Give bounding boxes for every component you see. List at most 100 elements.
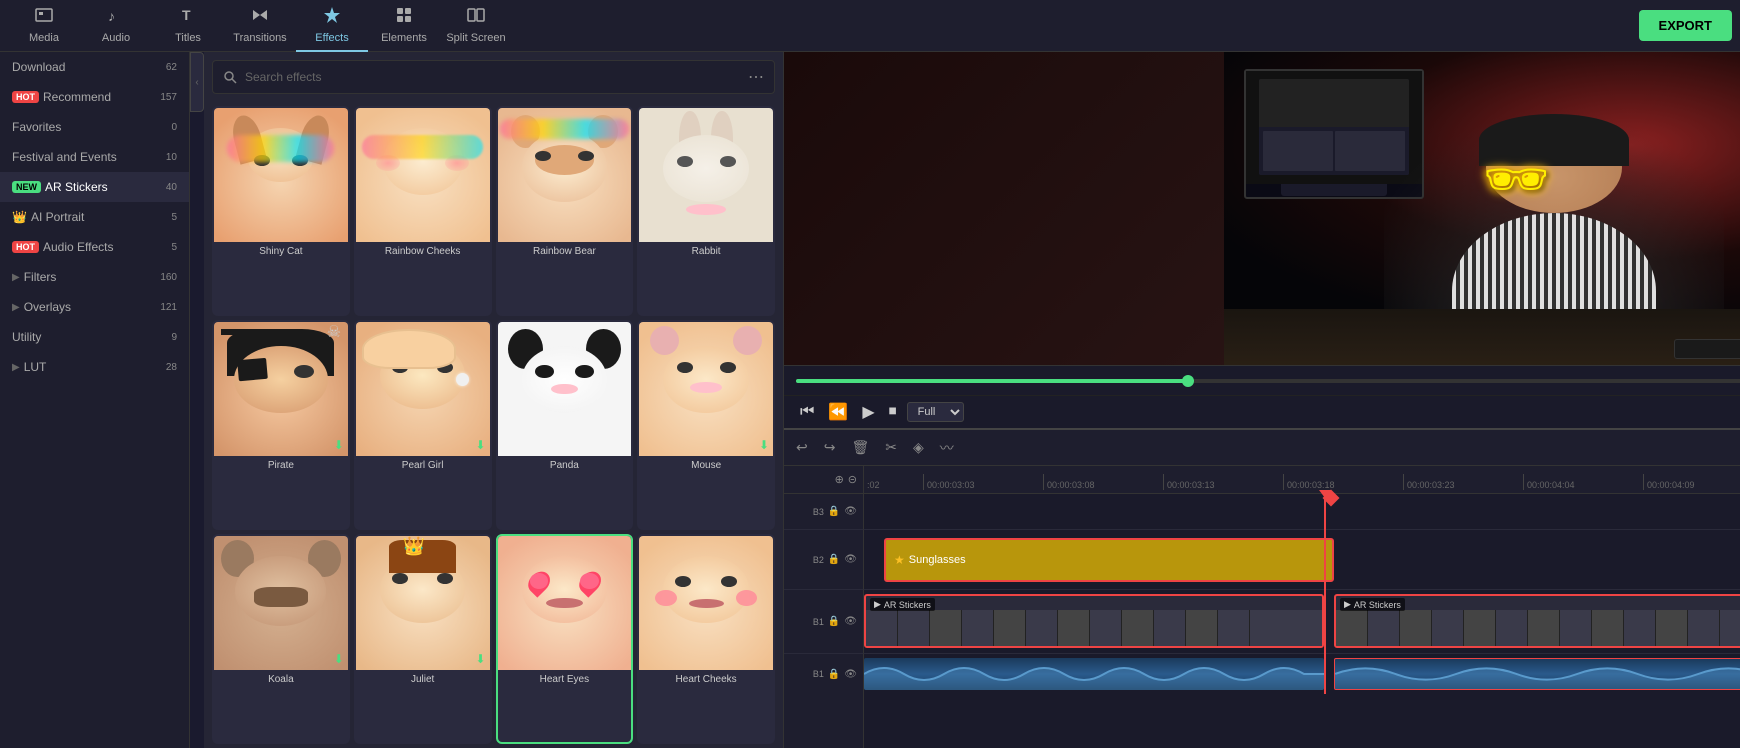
toolbar-split-screen-label: Split Screen [446,32,505,44]
add-track-icon[interactable]: ⊕ [835,473,844,486]
arrow-icon-overlays: ▶ [12,302,20,313]
ar-clip-right[interactable]: ▶ AR Stickers [1334,594,1740,648]
sidebar-item-audio-effects[interactable]: HOT Audio Effects 5 [0,232,189,262]
toolbar-titles[interactable]: T Titles [152,0,224,52]
cut-button[interactable]: ✂ [881,437,901,458]
progress-fill [796,379,1188,383]
play-button[interactable]: ▶ [858,400,878,424]
video-icon-small: ▶ [874,599,881,610]
effect-rainbow-cheeks-label: Rainbow Cheeks [356,242,490,261]
toolbar-media[interactable]: Media [8,0,80,52]
sidebar-item-lut[interactable]: ▶ LUT 28 [0,352,189,382]
video-icon-small2: ▶ [1344,599,1351,610]
sidebar-audio-effects-label: Audio Effects [43,240,114,254]
track-eye3-icon[interactable]: 👁 [844,616,857,627]
effect-item-heart-cheeks[interactable]: Heart Cheeks [637,534,775,744]
sidebar-recommend-label: Recommend [43,90,111,104]
effect-juliet-label: Juliet [356,670,490,689]
progress-bar[interactable] [796,379,1740,383]
toolbar-effects[interactable]: Effects [296,0,368,52]
progress-thumb[interactable] [1182,375,1194,387]
effect-item-panda[interactable]: Panda [496,320,634,530]
redo-button[interactable]: ↪ [820,437,840,458]
ar-clip-label: AR Stickers [884,600,931,610]
track-lock3-icon[interactable]: 🔒 [828,616,840,627]
track-audio-num: B1 [813,669,824,679]
effects-sidebar: Download 62 HOT Recommend 157 Favorites … [0,52,190,748]
playhead [1324,494,1326,694]
keyframe-button[interactable]: ◈ [909,437,928,458]
toolbar-elements-label: Elements [381,32,427,44]
track-lock2-icon[interactable]: 🔒 [828,554,840,565]
download-icon-pirate: ⬇ [334,438,344,452]
download-icon-mouse: ⬇ [759,438,769,452]
toolbar-audio[interactable]: ♪ Audio [80,0,152,52]
sunglasses-clip[interactable]: ★ Sunglasses [884,538,1334,582]
sidebar-lut-label: LUT [24,360,47,374]
timeline-section: ↩ ↪ 🗑 ✂ ◈ 〰 ⊞ + − ⊡ [784,428,1740,748]
ar-clip-left[interactable]: ▶ AR Stickers [864,594,1324,648]
effect-item-koala[interactable]: ⬇ Koala [212,534,350,744]
sidebar-item-download[interactable]: Download 62 [0,52,189,82]
magnet-icon[interactable]: ⊝ [848,473,857,486]
toolbar-titles-label: Titles [175,32,201,44]
skip-back-button[interactable]: ⏮ [796,401,818,423]
track-eye-icon[interactable]: 👁 [844,506,857,517]
track-eye4-icon[interactable]: 👁 [844,669,857,680]
download-icon-juliet: ⬇ [475,652,485,666]
step-back-button[interactable]: ⏪ [824,400,852,424]
effect-item-pirate[interactable]: ☠ ⬇ Pirate [212,320,350,530]
toolbar-split-screen[interactable]: Split Screen [440,0,512,52]
track-b1-num: B1 [813,617,824,627]
sidebar-item-favorites[interactable]: Favorites 0 [0,112,189,142]
playhead-diamond [1330,494,1337,504]
elements-icon [394,5,414,30]
sidebar-item-recommend[interactable]: HOT Recommend 157 [0,82,189,112]
audio-clip-right[interactable] [1334,658,1740,690]
delete-button[interactable]: 🗑 [847,437,873,458]
effect-item-rabbit[interactable]: Rabbit [637,106,775,316]
track-lock-icon[interactable]: 🔒 [828,506,840,517]
effect-item-pearl-girl[interactable]: ⬇ Pearl Girl [354,320,492,530]
sidebar-utility-label: Utility [12,330,41,344]
sidebar-ar-label: AR Stickers [45,180,108,194]
sidebar-item-utility[interactable]: Utility 9 [0,322,189,352]
track-eye2-icon[interactable]: 👁 [844,554,857,565]
effect-item-rainbow-cheeks[interactable]: Rainbow Cheeks [354,106,492,316]
transitions-icon [250,5,270,30]
export-button[interactable]: EXPORT [1639,10,1732,41]
undo-button[interactable]: ↩ [792,437,812,458]
sidebar-item-ar-stickers[interactable]: NEW AR Stickers 40 [0,172,189,202]
effect-item-juliet[interactable]: 👑 ⬇ Juliet [354,534,492,744]
toolbar-transitions[interactable]: Transitions [224,0,296,52]
sidebar-item-overlays[interactable]: ▶ Overlays 121 [0,292,189,322]
effect-item-mouse[interactable]: ⬇ Mouse [637,320,775,530]
sidebar-festival-label: Festival and Events [12,150,117,164]
track-lock4-icon[interactable]: 🔒 [828,669,840,680]
stop-button[interactable]: ⏹ [885,401,901,423]
effect-panda-label: Panda [498,456,632,475]
effect-item-shiny-cat[interactable]: Shiny Cat [212,106,350,316]
sidebar-item-filters[interactable]: ▶ Filters 160 [0,262,189,292]
svg-text:T: T [182,7,191,23]
search-icon [223,70,237,84]
search-input[interactable] [245,70,740,84]
effect-item-rainbow-bear[interactable]: Rainbow Bear [496,106,634,316]
timeline-toolbar: ↩ ↪ 🗑 ✂ ◈ 〰 ⊞ + − ⊡ [784,430,1740,466]
effect-item-heart-eyes[interactable]: Heart Eyes [496,534,634,744]
audio-clip-left[interactable] [864,658,1324,690]
sidebar-item-festival[interactable]: Festival and Events 10 [0,142,189,172]
zoom-select[interactable]: Full 50% 75% [907,402,964,422]
arrow-icon-filters: ▶ [12,272,20,283]
ar-clip-label2: AR Stickers [1354,600,1401,610]
sunglasses-clip-label: Sunglasses [909,554,966,566]
toolbar-elements[interactable]: Elements [368,0,440,52]
sidebar-collapse-handle[interactable]: ‹ [190,52,204,112]
toolbar-effects-label: Effects [315,32,348,44]
track-b2-body: ★ Sunglasses [864,530,1740,590]
effects-grid: Shiny Cat Rainbow Cheeks [204,102,783,748]
grid-toggle-icon[interactable]: ⋯ [748,67,764,87]
sidebar-item-ai-portrait[interactable]: 👑 AI Portrait 5 [0,202,189,232]
audio-wave-button[interactable]: 〰 [936,436,958,460]
sidebar-lut-count: 28 [166,362,177,373]
